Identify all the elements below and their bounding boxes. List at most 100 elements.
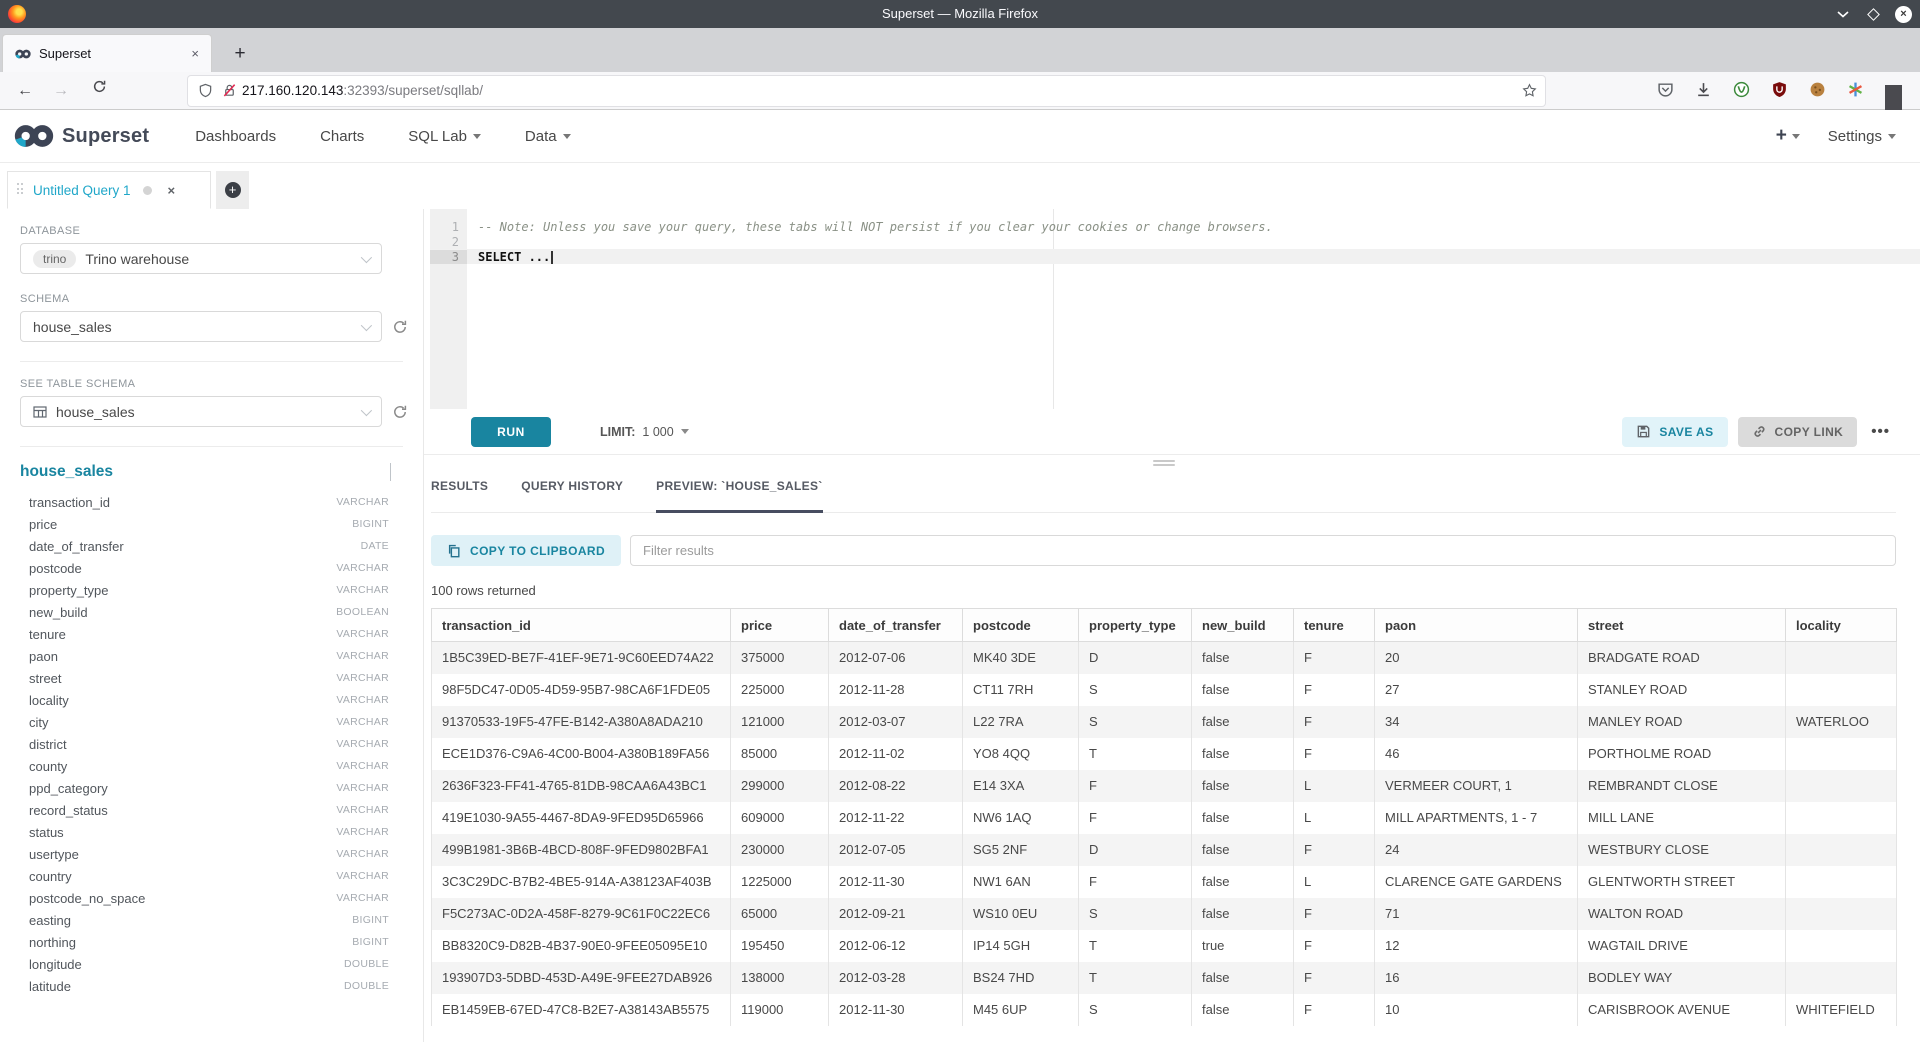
schema-column-type: BIGINT xyxy=(352,518,389,530)
privacy-badger-icon[interactable] xyxy=(1733,81,1750,98)
extension-asterisk-icon[interactable] xyxy=(1847,81,1864,98)
query-tab-title: Untitled Query 1 xyxy=(33,183,131,198)
cell: 1225000 xyxy=(731,866,829,898)
schema-column-row: cityVARCHAR xyxy=(20,711,403,733)
bookmark-star-icon[interactable] xyxy=(1522,83,1537,103)
column-header-street[interactable]: street xyxy=(1578,609,1786,642)
cell xyxy=(1786,770,1897,802)
column-header-transaction_id[interactable]: transaction_id xyxy=(432,609,731,642)
schema-column-row: postcode_no_spaceVARCHAR xyxy=(20,887,403,909)
column-header-new_build[interactable]: new_build xyxy=(1192,609,1294,642)
cell: 230000 xyxy=(731,834,829,866)
cell: S xyxy=(1079,898,1192,930)
schema-column-name: date_of_transfer xyxy=(29,539,124,554)
filter-results-input[interactable] xyxy=(630,535,1896,566)
cell: CT11 7RH xyxy=(963,674,1079,706)
limit-dropdown[interactable]: LIMIT: 1 000 xyxy=(600,425,689,439)
copy-link-button[interactable]: COPY LINK xyxy=(1738,417,1858,447)
menu-icon[interactable] xyxy=(1885,81,1902,98)
window-minimize-icon[interactable] xyxy=(1835,6,1851,22)
cell: 16 xyxy=(1375,962,1578,994)
schema-column-type: VARCHAR xyxy=(336,738,389,750)
cell: L xyxy=(1294,770,1375,802)
cell: 2012-03-28 xyxy=(829,962,963,994)
settings-menu[interactable]: Settings xyxy=(1828,128,1896,145)
column-header-price[interactable]: price xyxy=(731,609,829,642)
superset-logo-icon[interactable] xyxy=(14,124,54,148)
chevron-down-icon xyxy=(563,134,571,139)
save-as-button[interactable]: SAVE AS xyxy=(1622,417,1727,447)
column-header-locality[interactable]: locality xyxy=(1786,609,1897,642)
column-header-date_of_transfer[interactable]: date_of_transfer xyxy=(829,609,963,642)
table-schema-title[interactable]: house_sales xyxy=(20,463,113,481)
download-icon[interactable] xyxy=(1695,81,1712,98)
database-select[interactable]: trino Trino warehouse xyxy=(20,243,382,274)
sql-editor[interactable]: 1-- Note: Unless you save your query, th… xyxy=(424,209,1920,409)
tab-close-icon[interactable]: × xyxy=(191,46,199,61)
refresh-schema-icon[interactable] xyxy=(392,319,408,335)
results-table-wrap: transaction_idpricedate_of_transferpostc… xyxy=(431,608,1896,1026)
query-status-dot xyxy=(143,186,152,195)
cell: S xyxy=(1079,706,1192,738)
window-maximize-icon[interactable] xyxy=(1865,6,1881,22)
forward-button[interactable]: → xyxy=(50,80,72,102)
schema-column-name: tenure xyxy=(29,627,66,642)
superset-navbar: Superset Dashboards Charts SQL Lab Data + S… xyxy=(0,110,1920,163)
back-button[interactable]: ← xyxy=(14,80,36,102)
collapse-table-icon[interactable] xyxy=(390,463,391,481)
query-tab[interactable]: Untitled Query 1 × xyxy=(7,171,211,209)
pane-resize-handle[interactable] xyxy=(1153,460,1175,467)
column-header-tenure[interactable]: tenure xyxy=(1294,609,1375,642)
schema-column-name: city xyxy=(29,715,49,730)
table-select[interactable]: house_sales xyxy=(20,396,382,427)
column-header-property_type[interactable]: property_type xyxy=(1079,609,1192,642)
cell: MK40 3DE xyxy=(963,642,1079,674)
schema-column-row: eastingBIGINT xyxy=(20,909,403,931)
cell: EB1459EB-67ED-47C8-B2E7-A38143AB5575 xyxy=(432,994,731,1026)
cell: BB8320C9-D82B-4B37-90E0-9FEE05095E10 xyxy=(432,930,731,962)
tab-results[interactable]: RESULTS xyxy=(431,479,488,513)
copy-link-label: COPY LINK xyxy=(1775,425,1844,439)
cell: F5C273AC-0D2A-458F-8279-9C61F0C22EC6 xyxy=(432,898,731,930)
cell: M45 6UP xyxy=(963,994,1079,1026)
reload-button[interactable] xyxy=(88,79,110,101)
url-bar[interactable]: 217.160.120.143:32393/superset/sqllab/ xyxy=(188,76,1545,106)
cell: MILL LANE xyxy=(1578,802,1786,834)
nav-item-dashboards[interactable]: Dashboards xyxy=(195,128,276,145)
browser-tab[interactable]: Superset × xyxy=(2,34,212,72)
cell: ECE1D376-C9A6-4C00-B004-A380B189FA56 xyxy=(432,738,731,770)
refresh-table-icon[interactable] xyxy=(392,404,408,420)
lock-crossed-icon[interactable] xyxy=(222,83,237,103)
drag-handle-icon[interactable] xyxy=(17,183,25,197)
new-tab-button[interactable]: + xyxy=(228,42,252,66)
more-options-button[interactable]: ••• xyxy=(1871,423,1890,440)
window-close-icon[interactable]: × xyxy=(1895,6,1912,23)
column-header-postcode[interactable]: postcode xyxy=(963,609,1079,642)
superset-wordmark[interactable]: Superset xyxy=(62,125,149,148)
pocket-icon[interactable] xyxy=(1657,81,1674,98)
url-text[interactable]: 217.160.120.143:32393/superset/sqllab/ xyxy=(242,76,483,106)
run-button[interactable]: RUN xyxy=(471,417,551,447)
cell: D xyxy=(1079,642,1192,674)
nav-item-sql-lab[interactable]: SQL Lab xyxy=(408,128,481,145)
schema-column-type: BOOLEAN xyxy=(336,606,389,618)
table-row: F5C273AC-0D2A-458F-8279-9C61F0C22EC66500… xyxy=(432,898,1897,930)
tab-preview-house-sales[interactable]: PREVIEW: `HOUSE_SALES` xyxy=(656,479,822,513)
cell: BODLEY WAY xyxy=(1578,962,1786,994)
schema-select[interactable]: house_sales xyxy=(20,311,382,342)
column-header-paon[interactable]: paon xyxy=(1375,609,1578,642)
query-tab-close-icon[interactable]: × xyxy=(168,183,176,198)
cell: STANLEY ROAD xyxy=(1578,674,1786,706)
nav-item-data[interactable]: Data xyxy=(525,128,571,145)
cell: 65000 xyxy=(731,898,829,930)
ublock-icon[interactable] xyxy=(1771,81,1788,98)
copy-to-clipboard-button[interactable]: COPY TO CLIPBOARD xyxy=(431,535,621,566)
cookie-icon[interactable] xyxy=(1809,81,1826,98)
cell: 20 xyxy=(1375,642,1578,674)
nav-item-charts[interactable]: Charts xyxy=(320,128,364,145)
new-query-tab-button[interactable]: + xyxy=(216,171,249,209)
tracking-shield-icon[interactable] xyxy=(198,83,213,103)
cell: 2012-07-06 xyxy=(829,642,963,674)
tab-query-history[interactable]: QUERY HISTORY xyxy=(521,479,623,513)
new-item-button[interactable]: + xyxy=(1776,125,1800,147)
